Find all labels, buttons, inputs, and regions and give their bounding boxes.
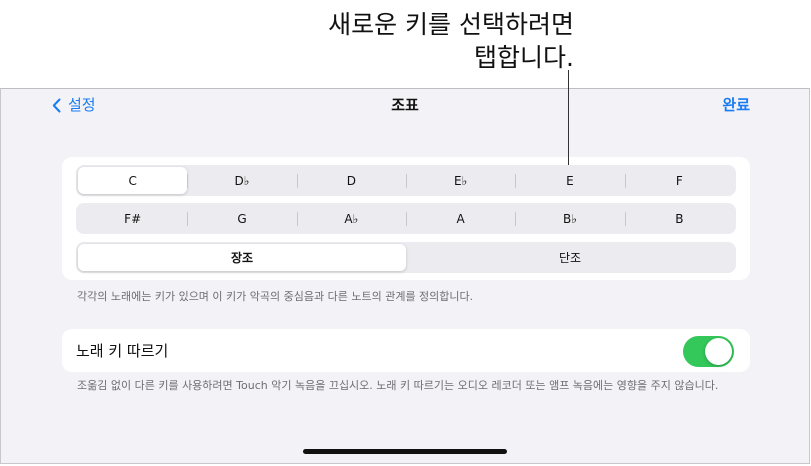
segment-divider	[515, 174, 517, 188]
key-label: G	[237, 211, 247, 226]
key-label: B♭	[563, 211, 577, 226]
segment-divider	[405, 212, 407, 226]
key-option-a-flat[interactable]: A♭	[296, 205, 406, 232]
key-label: A♭	[344, 211, 359, 226]
key-picker-card: C D♭ D E♭ E F F# G A♭ A B♭ B 장조 단조	[62, 157, 750, 280]
mode-label: 단조	[558, 251, 582, 265]
key-label: F#	[124, 211, 142, 226]
key-option-d[interactable]: D	[296, 167, 406, 194]
key-label: B	[675, 211, 684, 226]
callout-text-line1: 새로운 키를 선택하려면	[328, 10, 574, 39]
key-option-f[interactable]: F	[624, 167, 734, 194]
callout-annotation: 새로운 키를 선택하려면 탭합니다.	[0, 0, 811, 88]
callout-text-line2: 탭합니다.	[474, 43, 574, 72]
key-label: C	[128, 173, 137, 188]
segment-divider	[405, 174, 407, 188]
segment-divider	[624, 174, 626, 188]
key-option-a[interactable]: A	[405, 205, 515, 232]
done-button[interactable]: 완료	[722, 94, 750, 116]
segment-divider	[515, 212, 517, 226]
key-option-f-sharp[interactable]: F#	[78, 205, 187, 232]
key-description: 각각의 노래에는 키가 있으며 이 키가 악곡의 중심음과 다른 노트의 관계를…	[77, 290, 474, 303]
mode-label: 장조	[230, 251, 254, 265]
home-indicator[interactable]	[303, 449, 507, 454]
key-label: E	[566, 173, 574, 188]
follow-song-key-row: 노래 키 따르기	[62, 329, 750, 372]
follow-key-description: 조옮김 없이 다른 키를 사용하려면 Touch 악기 녹음을 끄십시오. 노래…	[77, 379, 719, 392]
segment-divider	[187, 174, 189, 188]
key-signature-screen: 설정 조표 완료 C D♭ D E♭ E F F# G A♭ A B♭ B 장조…	[0, 88, 810, 464]
key-segment-row-1: C D♭ D E♭ E F	[76, 165, 736, 196]
key-option-e-flat[interactable]: E♭	[405, 167, 515, 194]
mode-option-minor[interactable]: 단조	[406, 244, 734, 271]
key-segment-row-2: F# G A♭ A B♭ B	[76, 203, 736, 234]
key-label: E♭	[454, 173, 468, 188]
toggle-knob	[705, 338, 732, 365]
key-option-g[interactable]: G	[187, 205, 296, 232]
mode-option-major[interactable]: 장조	[78, 244, 406, 271]
segment-divider	[296, 212, 298, 226]
follow-song-key-toggle[interactable]	[683, 336, 734, 367]
segment-divider	[624, 212, 626, 226]
key-label: D♭	[234, 173, 250, 188]
key-label: F	[675, 173, 683, 188]
navigation-bar: 설정 조표 완료	[1, 89, 809, 121]
key-option-c[interactable]: C	[78, 167, 188, 194]
key-label: A	[456, 211, 465, 226]
mode-segment: 장조 단조	[76, 242, 736, 273]
key-option-b[interactable]: B	[624, 205, 734, 232]
callout-leader-line	[568, 70, 569, 165]
segment-divider	[187, 212, 189, 226]
key-label: D	[346, 173, 356, 188]
follow-song-key-label: 노래 키 따르기	[76, 342, 169, 360]
key-option-b-flat[interactable]: B♭	[515, 205, 624, 232]
key-option-d-flat[interactable]: D♭	[187, 167, 296, 194]
page-title: 조표	[391, 96, 419, 114]
key-option-e[interactable]: E	[515, 167, 624, 194]
segment-divider	[296, 174, 298, 188]
